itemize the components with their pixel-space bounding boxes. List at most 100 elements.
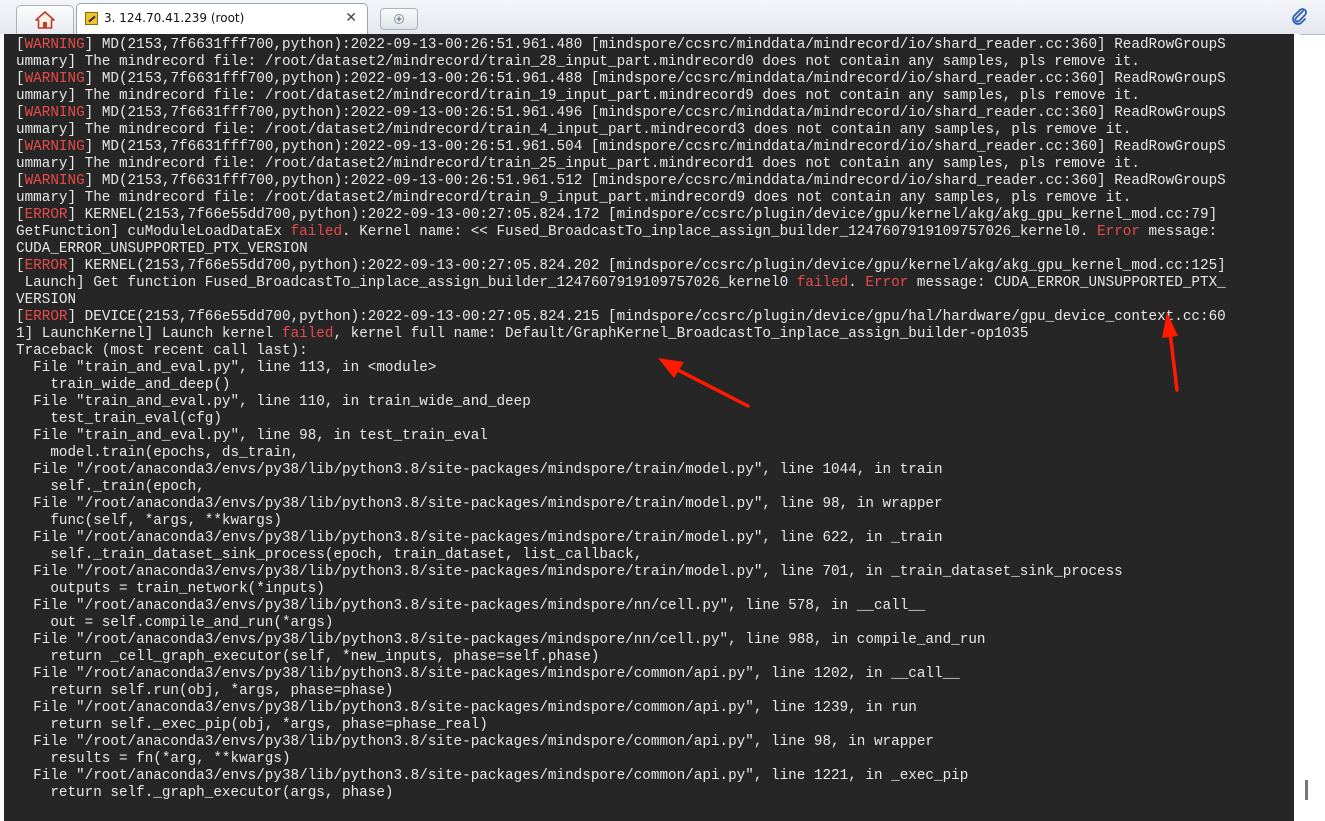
terminal-line: File "/root/anaconda3/envs/py38/lib/pyth… [16, 734, 1226, 751]
paperclip-icon[interactable] [1289, 6, 1309, 26]
terminal-line: test_train_eval(cfg) [16, 411, 1226, 428]
terminal-line: File "train_and_eval.py", line 113, in <… [16, 360, 1226, 377]
log-text: return self._exec_pip(obj, *args, phase=… [16, 717, 488, 733]
terminal-line: return self._graph_executor(args, phase) [16, 785, 1226, 802]
terminal-line: [ERROR] DEVICE(2153,7f66e55dd700,python)… [16, 309, 1226, 326]
terminal-line: [WARNING] MD(2153,7f6631fff700,python):2… [16, 37, 1226, 54]
terminal-line: ummary] The mindrecord file: /root/datas… [16, 88, 1226, 105]
terminal-line: return self._exec_pip(obj, *args, phase=… [16, 717, 1226, 734]
terminal-line: out = self.compile_and_run(*args) [16, 615, 1226, 632]
log-text: . Kernel name: << Fused_BroadcastTo_inpl… [342, 224, 1098, 240]
terminal-line: func(self, *args, **kwargs) [16, 513, 1226, 530]
log-highlight: ERROR [24, 207, 68, 223]
log-text: ] KERNEL(2153,7f66e55dd700,python):2022-… [67, 258, 1226, 274]
terminal-line: File "/root/anaconda3/envs/py38/lib/pyth… [16, 598, 1226, 615]
log-highlight: Error [1097, 224, 1140, 240]
log-text: [ [16, 258, 25, 274]
log-text: [ [16, 173, 25, 189]
log-text: Traceback (most recent call last): [16, 343, 308, 359]
log-text: File "train_and_eval.py", line 113, in <… [16, 360, 437, 376]
terminal-line: Launch] Get function Fused_BroadcastTo_i… [16, 275, 1226, 292]
terminal-line: Traceback (most recent call last): [16, 343, 1226, 360]
log-highlight: failed [796, 275, 849, 291]
terminal-line: self._train(epoch, [16, 479, 1226, 496]
log-highlight: WARNING [24, 37, 85, 53]
log-text: File "/root/anaconda3/envs/py38/lib/pyth… [16, 666, 960, 682]
log-text: ummary] The mindrecord file: /root/datas… [16, 156, 1140, 172]
terminal-line: outputs = train_network(*inputs) [16, 581, 1226, 598]
log-text: [ [16, 105, 25, 121]
terminal-line: [WARNING] MD(2153,7f6631fff700,python):2… [16, 139, 1226, 156]
log-text: self._train(epoch, [16, 479, 205, 495]
terminal-line: File "/root/anaconda3/envs/py38/lib/pyth… [16, 462, 1226, 479]
terminal-line: return _cell_graph_executor(self, *new_i… [16, 649, 1226, 666]
log-text: [ [16, 71, 25, 87]
terminal-line: results = fn(*arg, **kwargs) [16, 751, 1226, 768]
log-text: model.train(epochs, ds_train, [16, 445, 300, 461]
log-text: File "train_and_eval.py", line 98, in te… [16, 428, 488, 444]
log-text: File "/root/anaconda3/envs/py38/lib/pyth… [16, 768, 969, 784]
log-highlight: WARNING [24, 139, 85, 155]
log-highlight: WARNING [24, 105, 85, 121]
terminal-line: File "train_and_eval.py", line 110, in t… [16, 394, 1226, 411]
terminal-line: model.train(epochs, ds_train, [16, 445, 1226, 462]
new-tab-icon [394, 14, 404, 24]
terminal-line: File "/root/anaconda3/envs/py38/lib/pyth… [16, 700, 1226, 717]
log-text: File "/root/anaconda3/envs/py38/lib/pyth… [16, 632, 986, 648]
terminal-line: self._train_dataset_sink_process(epoch, … [16, 547, 1226, 564]
log-text: self._train_dataset_sink_process(epoch, … [16, 547, 643, 563]
log-text: CUDA_ERROR_UNSUPPORTED_PTX_VERSION [16, 241, 308, 257]
log-text: return self._graph_executor(args, phase) [16, 785, 394, 801]
log-text: [ [16, 207, 25, 223]
terminal-line: File "/root/anaconda3/envs/py38/lib/pyth… [16, 768, 1226, 785]
log-text: File "/root/anaconda3/envs/py38/lib/pyth… [16, 564, 1123, 580]
terminal-line: File "/root/anaconda3/envs/py38/lib/pyth… [16, 530, 1226, 547]
home-tab[interactable] [16, 5, 74, 34]
home-icon [35, 11, 55, 29]
log-text: File "/root/anaconda3/envs/py38/lib/pyth… [16, 734, 935, 750]
new-tab-button[interactable] [380, 8, 418, 30]
log-text: Launch] Get function Fused_BroadcastTo_i… [16, 275, 797, 291]
log-text: return _cell_graph_executor(self, *new_i… [16, 649, 600, 665]
log-highlight: failed [290, 224, 343, 240]
terminal-line: return self.run(obj, *args, phase=phase) [16, 683, 1226, 700]
session-tab-bar: 3. 124.70.41.239 (root) ✕ [0, 0, 1325, 35]
terminal-line: ummary] The mindrecord file: /root/datas… [16, 190, 1226, 207]
log-text: File "/root/anaconda3/envs/py38/lib/pyth… [16, 530, 943, 546]
log-text: File "/root/anaconda3/envs/py38/lib/pyth… [16, 496, 943, 512]
terminal-line: CUDA_ERROR_UNSUPPORTED_PTX_VERSION [16, 241, 1226, 258]
log-text: message: [1139, 224, 1218, 240]
close-icon[interactable]: ✕ [345, 9, 357, 27]
log-text: message: CUDA_ERROR_UNSUPPORTED_PTX_ [908, 275, 1226, 291]
log-text: results = fn(*arg, **kwargs) [16, 751, 291, 767]
log-highlight: Error [865, 275, 909, 291]
log-text: [ [16, 37, 25, 53]
log-text: ummary] The mindrecord file: /root/datas… [16, 190, 1132, 206]
terminal-line: 1] LaunchKernel] Launch kernel failed, k… [16, 326, 1226, 343]
log-highlight: WARNING [24, 71, 85, 87]
log-text: ummary] The mindrecord file: /root/datas… [16, 122, 1132, 138]
terminal-line: File "/root/anaconda3/envs/py38/lib/pyth… [16, 564, 1226, 581]
log-text: [ [16, 309, 25, 325]
terminal-output[interactable]: [WARNING] MD(2153,7f6631fff700,python):2… [0, 34, 1300, 821]
terminal-line: [ERROR] KERNEL(2153,7f66e55dd700,python)… [16, 207, 1226, 224]
log-text: ] MD(2153,7f6631fff700,python):2022-09-1… [84, 37, 1226, 53]
terminal-line: ummary] The mindrecord file: /root/datas… [16, 54, 1226, 71]
tab-session-title: 3. 124.70.41.239 (root) [104, 11, 245, 25]
log-text: ] KERNEL(2153,7f66e55dd700,python):2022-… [67, 207, 1218, 223]
log-highlight: ERROR [24, 258, 68, 274]
log-text: train_wide_and_deep() [16, 377, 231, 393]
terminal-line: File "/root/anaconda3/envs/py38/lib/pyth… [16, 632, 1226, 649]
log-text: ummary] The mindrecord file: /root/datas… [16, 54, 1140, 70]
terminal-line: train_wide_and_deep() [16, 377, 1226, 394]
log-text: ] DEVICE(2153,7f66e55dd700,python):2022-… [67, 309, 1226, 325]
tab-session[interactable]: 3. 124.70.41.239 (root) ✕ [76, 3, 368, 34]
log-text: . [848, 275, 866, 291]
log-text: VERSION [16, 292, 77, 308]
log-text: GetFunction] cuModuleLoadDataEx [16, 224, 291, 240]
terminal-session-icon [85, 12, 98, 25]
log-text: 1] LaunchKernel] Launch kernel [16, 326, 282, 342]
terminal-line: [WARNING] MD(2153,7f6631fff700,python):2… [16, 173, 1226, 190]
terminal-line: ummary] The mindrecord file: /root/datas… [16, 156, 1226, 173]
scrollbar-thumb[interactable] [1305, 780, 1308, 800]
